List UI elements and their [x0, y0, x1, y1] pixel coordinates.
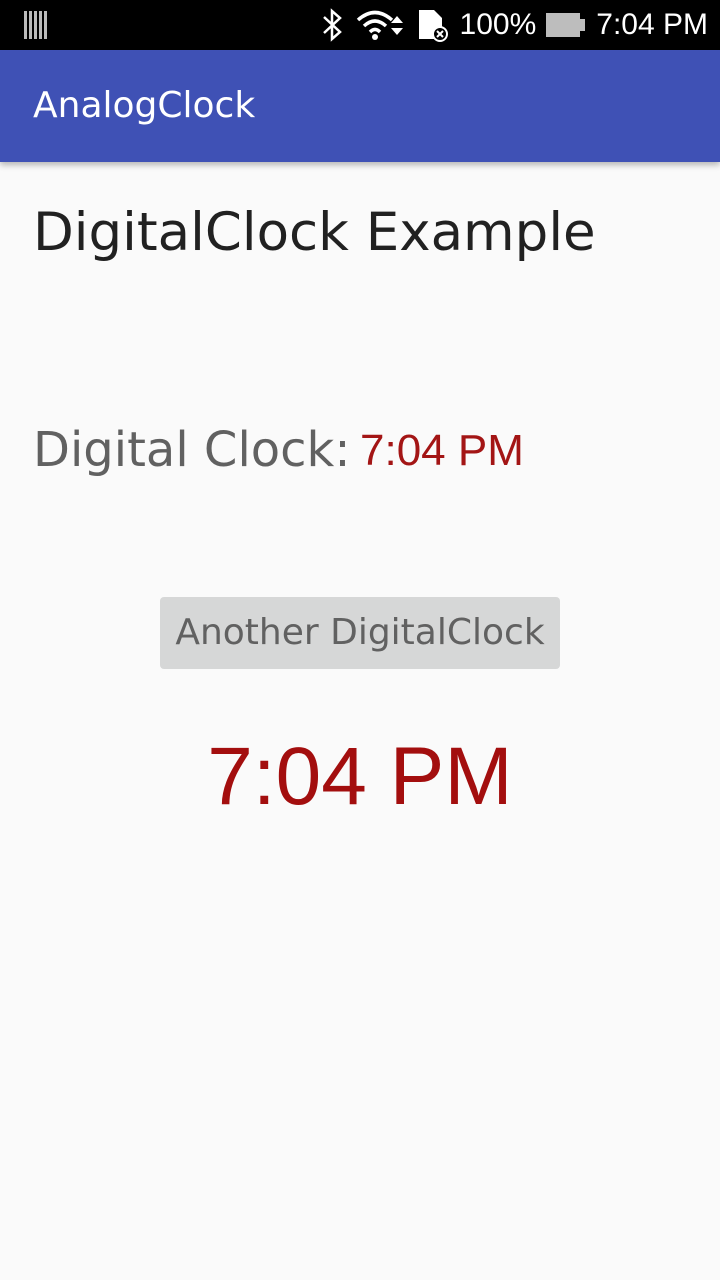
barcode-icon	[24, 11, 47, 39]
app-bar: AnalogClock	[0, 50, 720, 162]
another-digitalclock-button[interactable]: Another DigitalClock	[160, 597, 560, 669]
digital-clock-value: 7:04 PM	[360, 426, 524, 475]
page-heading: DigitalClock Example	[33, 202, 596, 263]
wifi-icon	[356, 10, 403, 40]
bluetooth-icon	[322, 8, 342, 42]
status-time: 7:04 PM	[596, 8, 708, 41]
battery-icon	[546, 13, 586, 37]
large-digital-clock: 7:04 PM	[207, 731, 513, 822]
status-bar: 100% 7:04 PM	[0, 0, 720, 50]
app-title: AnalogClock	[33, 85, 256, 126]
sd-card-icon	[418, 10, 448, 42]
battery-percent: 100%	[459, 8, 537, 41]
digital-clock-label: Digital Clock:	[33, 422, 351, 478]
